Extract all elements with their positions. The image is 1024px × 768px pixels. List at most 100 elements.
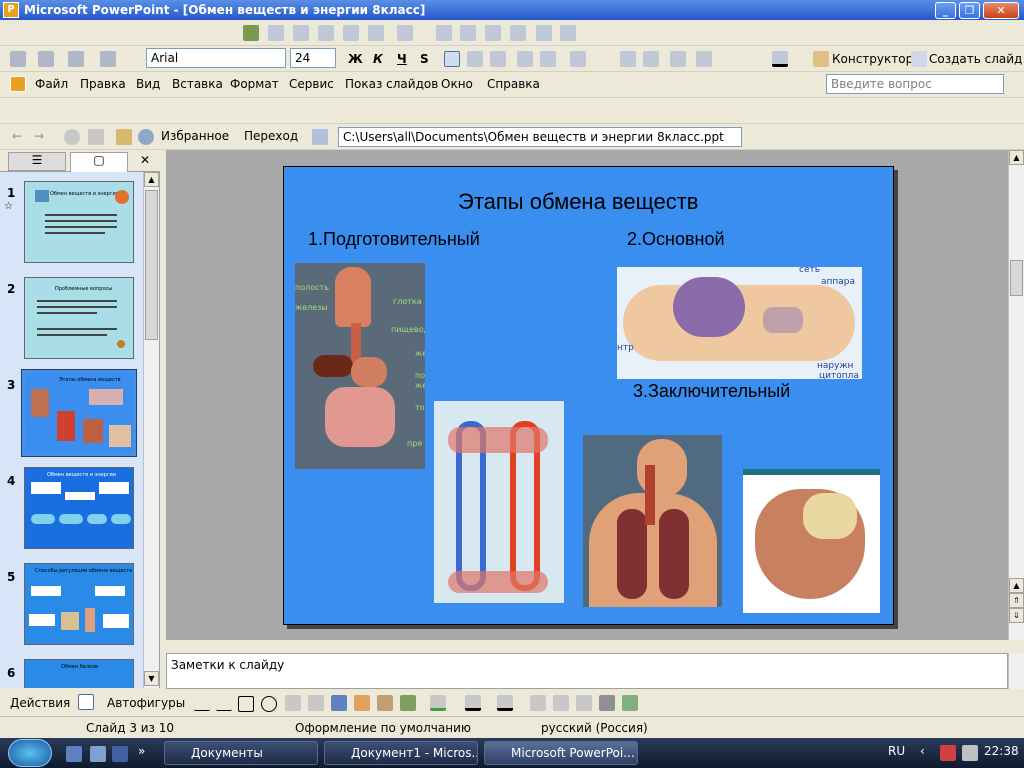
address-field[interactable]: C:\Users\all\Documents\Обмен веществ и э… (338, 127, 742, 147)
vertical-textbox-icon[interactable] (308, 695, 324, 711)
notes-scrollbar[interactable] (1008, 653, 1024, 689)
scroll-thumb[interactable] (145, 190, 158, 340)
notes-pane[interactable]: Заметки к слайду (166, 653, 1008, 689)
document-icon[interactable] (10, 76, 26, 92)
ellipse-tool-icon[interactable] (261, 696, 277, 712)
outline-tab[interactable]: ☰ (8, 152, 66, 171)
forward-icon[interactable]: → (34, 127, 44, 145)
bullets-icon[interactable] (540, 51, 556, 67)
textbox-tool-icon[interactable] (285, 695, 301, 711)
actions-menu[interactable]: Действия (10, 694, 70, 712)
font-name-combo[interactable]: Arial (146, 48, 286, 68)
close-button[interactable]: ✕ (983, 2, 1019, 19)
task-powerpoint[interactable]: Microsoft PowerPoi... (484, 741, 638, 765)
back-icon[interactable]: ← (12, 127, 22, 145)
previous-slide-button[interactable]: ⇑ (1009, 593, 1024, 608)
font-color-draw-icon[interactable] (497, 695, 513, 711)
slide-thumb-6[interactable]: Обмен белков (24, 659, 134, 688)
go-menu[interactable]: Переход (244, 127, 298, 145)
refresh-icon[interactable] (88, 129, 104, 145)
3d-style-icon[interactable] (622, 695, 638, 711)
reset-picture-icon[interactable] (560, 25, 576, 41)
clock[interactable]: 22:38 (984, 744, 1019, 758)
dash-style-icon[interactable] (553, 695, 569, 711)
slide-thumb-1[interactable]: Обмен веществ и энергии (24, 181, 134, 263)
input-language[interactable]: RU (888, 744, 905, 758)
volume-icon[interactable] (962, 745, 978, 761)
menu-edit[interactable]: Правка (80, 77, 126, 91)
menu-help[interactable]: Справка (487, 77, 540, 91)
compress-icon[interactable] (460, 25, 476, 41)
shrink-font-icon[interactable] (696, 51, 712, 67)
image-control-icon[interactable] (268, 25, 284, 41)
align-left-icon[interactable] (444, 51, 460, 67)
line-color-icon[interactable] (465, 695, 481, 711)
task-word[interactable]: Документ1 - Micros... (324, 741, 478, 765)
autoshapes-menu[interactable]: Автофигуры (107, 694, 185, 712)
rectangle-tool-icon[interactable] (238, 696, 254, 712)
menu-insert[interactable]: Вставка (172, 77, 223, 91)
help-icon[interactable] (100, 51, 116, 67)
underline-button[interactable]: Ч (397, 50, 407, 68)
maximize-button[interactable]: ❐ (959, 2, 980, 19)
copy-icon[interactable] (68, 51, 84, 67)
stage-1-label[interactable]: 1.Подготовительный (308, 229, 480, 250)
fill-color-icon[interactable] (430, 695, 446, 711)
font-color-icon[interactable] (772, 51, 788, 67)
recolor-icon[interactable] (485, 25, 501, 41)
italic-button[interactable]: К (373, 50, 383, 68)
crop-icon[interactable] (397, 25, 413, 41)
slide-thumb-4[interactable]: Обмен веществ и энергии (24, 467, 134, 549)
search-web-icon[interactable] (138, 129, 154, 145)
print-preview-icon[interactable] (10, 51, 26, 67)
slide-thumb-2[interactable]: Проблемные вопросы (24, 277, 134, 359)
shadow-style-icon[interactable] (599, 695, 615, 711)
next-slide-button[interactable]: ⇓ (1009, 608, 1024, 623)
menu-file[interactable]: Файл (35, 77, 68, 91)
digestive-system-picture[interactable]: полость железы глотка пищевод жел по же … (295, 263, 425, 469)
select-objects-icon[interactable] (78, 694, 94, 710)
slide-title[interactable]: Этапы обмена веществ (458, 189, 698, 215)
design-button[interactable]: Конструктор (832, 50, 913, 68)
shadow-button[interactable]: S (420, 50, 429, 68)
tray-expand-icon[interactable]: ‹ (920, 744, 925, 758)
contrast-down-icon[interactable] (318, 25, 334, 41)
cell-picture[interactable]: сеть аппара нтр наружн цитопла (617, 267, 862, 379)
slide-thumb-3-selected[interactable]: Этапы обмена веществ (21, 369, 137, 457)
task-documents[interactable]: Документы (164, 741, 318, 765)
scroll-up-button[interactable]: ▲ (1009, 150, 1024, 165)
line-style-icon[interactable] (436, 25, 452, 41)
align-right-icon[interactable] (490, 51, 506, 67)
scroll-up-button[interactable]: ▲ (1009, 578, 1024, 593)
font-size-combo[interactable]: 24 (290, 48, 336, 68)
help-search-input[interactable]: Введите вопрос (826, 74, 1004, 94)
respiratory-system-picture[interactable] (583, 435, 722, 607)
menu-tools[interactable]: Сервис (289, 77, 334, 91)
slide-thumb-5[interactable]: Способы регуляции обмена веществ (24, 563, 134, 645)
menu-window[interactable]: Окно (441, 77, 473, 91)
arrow-style-icon[interactable] (576, 695, 592, 711)
bladder-picture[interactable] (743, 469, 880, 613)
slides-tab[interactable]: ▢ (70, 152, 128, 172)
stage-3-label[interactable]: 3.Заключительный (633, 381, 790, 402)
show-desktop-icon[interactable] (66, 746, 82, 762)
line-tool-icon[interactable] (194, 695, 210, 711)
picture-icon[interactable] (400, 695, 416, 711)
wordart-icon[interactable] (331, 695, 347, 711)
rtl-icon[interactable] (643, 51, 659, 67)
close-panel-icon[interactable]: ✕ (140, 153, 150, 167)
clipart-icon[interactable] (377, 695, 393, 711)
insert-picture-icon[interactable] (243, 25, 259, 41)
scroll-thumb[interactable] (1010, 260, 1023, 296)
menu-slideshow[interactable]: Показ слайдов (345, 77, 438, 91)
bold-button[interactable]: Ж (348, 50, 363, 68)
minimize-button[interactable]: _ (935, 2, 956, 19)
stop-icon[interactable] (64, 129, 80, 145)
brightness-up-icon[interactable] (343, 25, 359, 41)
current-slide[interactable]: Этапы обмена веществ 1.Подготовительный … (283, 166, 894, 625)
network-icon[interactable] (940, 745, 956, 761)
circulatory-system-picture[interactable] (434, 401, 564, 603)
spelling-icon[interactable] (38, 51, 54, 67)
format-picture-icon[interactable] (510, 25, 526, 41)
quicklaunch-more-icon[interactable]: » (138, 744, 145, 758)
